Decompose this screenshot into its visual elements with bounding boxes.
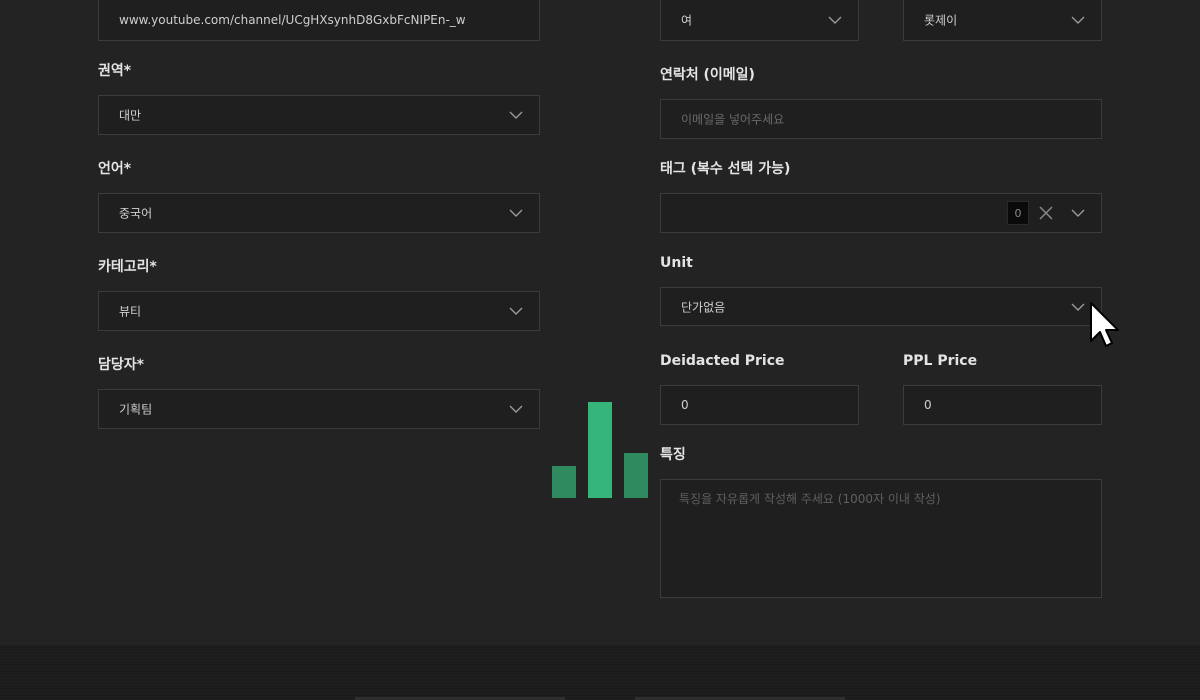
agency-value: 롯제이 (924, 13, 958, 28)
footer-area (0, 645, 1200, 700)
manager-select[interactable]: 기획팀 (98, 389, 540, 429)
manager-label: 담당자* (98, 357, 144, 373)
gender-select[interactable]: 여 (660, 0, 859, 41)
unit-label: Unit (660, 255, 693, 271)
chevron-down-icon (828, 16, 842, 24)
region-select[interactable]: 대만 (98, 95, 540, 135)
mouse-cursor-icon (1090, 302, 1119, 347)
ppl-price-label: PPL Price (903, 353, 978, 369)
dedicated-price-label: Deidacted Price (660, 353, 785, 369)
loader-bar-2 (588, 402, 612, 498)
chevron-down-icon (509, 307, 523, 315)
tags-multiselect[interactable]: 0 (660, 193, 1102, 233)
loader-bar-1 (552, 466, 576, 498)
chevron-down-icon (509, 405, 523, 413)
category-value: 뷰티 (119, 304, 142, 319)
language-select[interactable]: 중국어 (98, 193, 540, 233)
channel-url-value: www.youtube.com/channel/UCgHXsynhD8GxbFc… (119, 13, 466, 27)
region-label: 권역* (98, 63, 132, 79)
ppl-price-value: 0 (924, 398, 932, 412)
chevron-down-icon (1071, 16, 1085, 24)
chevron-down-icon (509, 111, 523, 119)
category-select[interactable]: 뷰티 (98, 291, 540, 331)
dedicated-price-input[interactable]: 0 (660, 385, 859, 425)
category-label: 카테고리* (98, 259, 157, 275)
chevron-down-icon (509, 209, 523, 217)
ppl-price-input[interactable]: 0 (903, 385, 1102, 425)
features-textarea[interactable]: 특징을 자유롭게 작성해 주세요 (1000자 이내 작성) (660, 479, 1102, 598)
agency-select[interactable]: 롯제이 (903, 0, 1102, 41)
email-input[interactable]: 이메일을 넣어주세요 (660, 99, 1102, 139)
manager-value: 기획팀 (119, 402, 153, 417)
language-label: 언어* (98, 161, 132, 177)
tags-label: 태그 (복수 선택 가능) (660, 161, 791, 177)
language-value: 중국어 (119, 206, 153, 221)
clear-icon[interactable] (1039, 206, 1053, 220)
loader-bar-3 (624, 453, 648, 498)
dedicated-price-value: 0 (681, 398, 689, 412)
gender-value: 여 (681, 13, 693, 28)
unit-value: 단가없음 (681, 300, 726, 314)
features-placeholder: 특징을 자유롭게 작성해 주세요 (1000자 이내 작성) (679, 492, 941, 506)
loading-spinner (552, 402, 648, 498)
region-value: 대만 (119, 108, 142, 123)
features-label: 특징 (660, 447, 686, 463)
unit-select[interactable]: 단가없음 (660, 287, 1102, 326)
chevron-down-icon (1071, 209, 1085, 217)
email-placeholder: 이메일을 넣어주세요 (681, 112, 785, 127)
channel-url-field[interactable]: www.youtube.com/channel/UCgHXsynhD8GxbFc… (98, 0, 540, 41)
chevron-down-icon (1071, 303, 1085, 311)
email-label: 연락처 (이메일) (660, 67, 755, 83)
tag-count-badge: 0 (1007, 201, 1029, 225)
